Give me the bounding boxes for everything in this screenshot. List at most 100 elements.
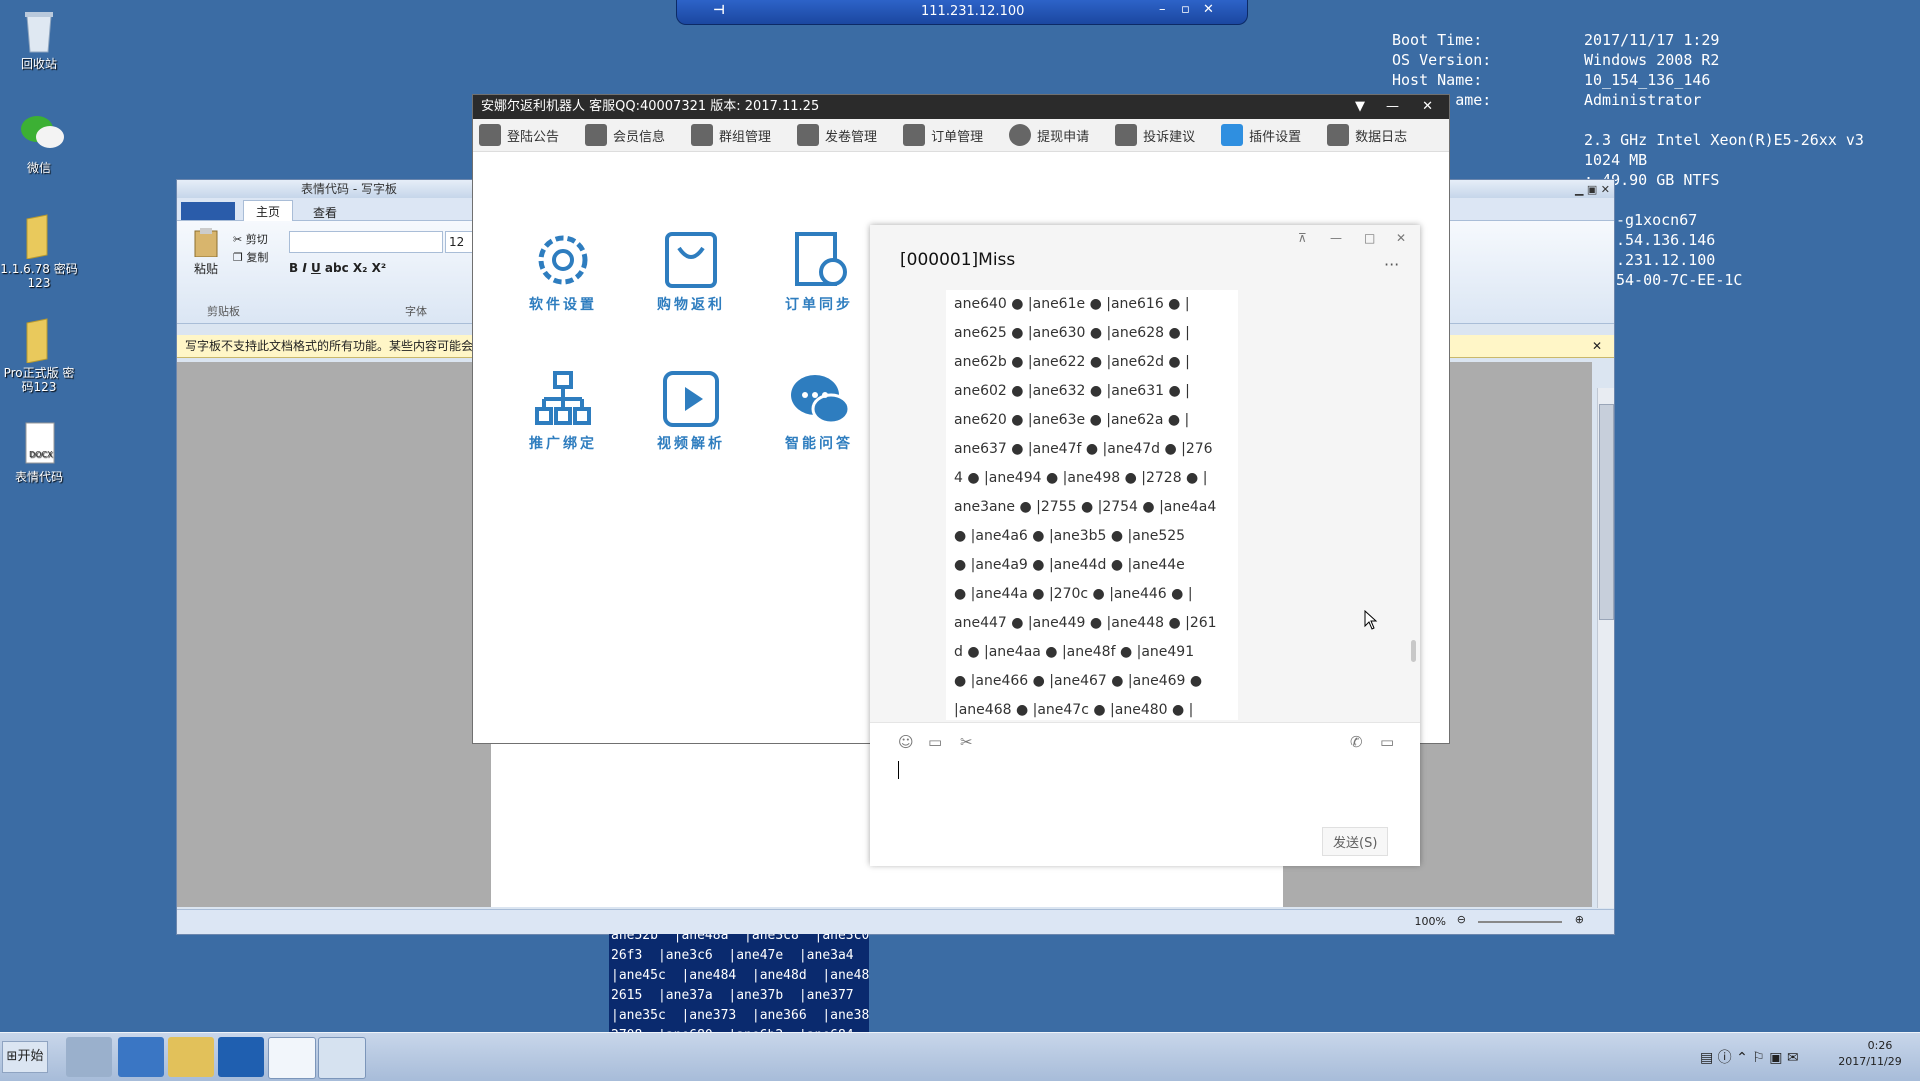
desktop-icon-wechat[interactable]: 微信 (0, 112, 78, 175)
tile-smart-qa[interactable]: 智能问答 (769, 369, 869, 453)
tile-promotion-binding[interactable]: 推广绑定 (513, 369, 613, 453)
cut-button[interactable]: ✂ 剪切 (233, 231, 268, 247)
zoom-slider[interactable] (1478, 921, 1562, 923)
menu-coupon-manage[interactable]: 发卷管理 (797, 124, 877, 146)
message-line: ● |ane44a ● |270c ● |ane446 ● | (954, 586, 1193, 602)
tile-video-parse[interactable]: 视频解析 (641, 369, 741, 453)
order-clock-icon (795, 232, 847, 286)
tab-view[interactable]: 查看 (303, 202, 347, 223)
explorer-icon[interactable] (168, 1037, 214, 1077)
message-line: ane625 ● |ane630 ● |ane628 ● | (954, 325, 1190, 341)
app-menu-button[interactable] (181, 202, 235, 220)
phone-icon[interactable]: ✆ (1350, 733, 1363, 751)
cart-icon (903, 124, 926, 146)
wechat-icon (19, 112, 64, 158)
wechat-taskbar-icon[interactable] (268, 1037, 316, 1079)
zoom-in-icon[interactable]: ⊕ (1575, 913, 1584, 926)
minimize-icon[interactable]: – (1159, 2, 1166, 17)
send-button[interactable]: 发送(S) (1322, 827, 1389, 856)
desktop-icon-docx[interactable]: DOCX 表情代码 (0, 421, 78, 484)
clock-time[interactable]: 0:26 (1850, 1039, 1910, 1052)
message-line: 4 ● |ane494 ● |ane498 ● |2728 ● | (954, 470, 1208, 486)
message-input[interactable] (898, 761, 1398, 821)
font-family-dropdown[interactable] (289, 231, 443, 253)
pin-icon[interactable]: ⊣ (713, 3, 725, 18)
play-icon (663, 371, 719, 427)
desktop-icon-folder-1[interactable]: 1.1.6.78 密码123 (0, 213, 78, 290)
message-line: ane62b ● |ane622 ● |ane62d ● | (954, 354, 1190, 370)
window-controls[interactable]: ▁ ▣ ✕ (1575, 181, 1610, 199)
zoom-out-icon[interactable]: ⊖ (1457, 913, 1466, 926)
paste-button[interactable]: 粘贴 (191, 227, 221, 277)
tile-label: 订单同步 (785, 297, 853, 313)
menu-label: 提现申请 (1037, 129, 1090, 145)
app-menu-bar: 登陆公告 会员信息 群组管理 发卷管理 订单管理 提现申请 投诉建议 插件设置 … (473, 119, 1449, 152)
close-icon[interactable]: ✕ (1203, 2, 1214, 17)
copy-icon: ❐ (233, 251, 247, 264)
menu-data-log[interactable]: 数据日志 (1327, 124, 1407, 146)
menu-group-manage[interactable]: 群组管理 (691, 124, 771, 146)
close-icon[interactable]: ✕ (1396, 231, 1406, 245)
menu-login-notice[interactable]: 登陆公告 (479, 124, 559, 146)
chat-scrollbar[interactable] (1411, 640, 1416, 662)
mouse-pointer-icon (1364, 610, 1378, 630)
tile-label: 智能问答 (785, 436, 853, 452)
message-line: ● |ane466 ● |ane467 ● |ane469 ● (954, 673, 1203, 689)
menu-label: 登陆公告 (507, 129, 560, 145)
tile-shopping-rebate[interactable]: 购物返利 (641, 230, 741, 314)
menu-plugin-settings[interactable]: 插件设置 (1221, 124, 1301, 146)
menu-withdraw[interactable]: 提现申请 (1009, 124, 1089, 146)
video-call-icon[interactable]: ▭ (1380, 733, 1394, 751)
chat-title: [000001]Miss (900, 250, 1016, 270)
rdp-connection-bar: ⊣ 111.231.12.100 – ▫ ✕ (676, 0, 1248, 25)
more-icon[interactable]: ··· (1384, 255, 1399, 274)
menu-label: 投诉建议 (1143, 129, 1196, 145)
copy-label: 复制 (246, 251, 269, 264)
clipboard-group-label: 剪贴板 (207, 305, 240, 318)
pin-icon[interactable]: ⊼ (1298, 231, 1307, 245)
copy-button[interactable]: ❐ 复制 (233, 249, 268, 265)
app-title: 安娜尔返利机器人 客服QQ:40007321 版本: 2017.11.25 (481, 99, 820, 114)
desktop-icon-folder-2[interactable]: Pro正式版 密码123 (0, 317, 78, 394)
maximize-icon[interactable]: □ (1364, 231, 1375, 245)
tab-home[interactable]: 主页 (243, 200, 294, 222)
menu-complaint[interactable]: 投诉建议 (1115, 124, 1195, 146)
wordpad-taskbar-icon[interactable] (318, 1037, 366, 1079)
windows-logo-icon: ⊞ (6, 1049, 18, 1064)
format-buttons[interactable]: B I U abc X₂ X² (289, 261, 386, 275)
svg-text:DOCX: DOCX (29, 450, 53, 459)
arrows-icon (797, 124, 820, 146)
desktop-icon-recycle-bin[interactable]: 回收站 (0, 8, 78, 71)
start-button[interactable]: ⊞开始 (2, 1041, 48, 1073)
menu-label: 群组管理 (719, 129, 772, 145)
rdp-address: 111.231.12.100 (921, 4, 1025, 19)
menu-member-info[interactable]: 会员信息 (585, 124, 665, 146)
menu-order-manage[interactable]: 订单管理 (903, 124, 983, 146)
minimize-icon[interactable]: — (1386, 95, 1399, 119)
restore-icon[interactable]: ▫ (1181, 2, 1190, 17)
announcement-icon (479, 124, 501, 146)
tile-order-sync[interactable]: 订单同步 (769, 230, 869, 314)
folder-icon[interactable]: ▭ (928, 733, 942, 751)
tile-label: 购物返利 (657, 297, 725, 313)
desktop-icon-label: 表情代码 (14, 470, 63, 484)
clock-date[interactable]: 2017/11/29 (1830, 1055, 1910, 1068)
menu-dropdown-icon[interactable]: ▼ (1355, 95, 1365, 119)
powershell-icon[interactable] (118, 1037, 164, 1077)
minimize-icon[interactable]: — (1330, 231, 1342, 245)
member-card-icon (585, 124, 608, 146)
close-icon[interactable]: ✕ (1422, 95, 1433, 119)
emoji-icon[interactable]: ☺ (898, 733, 914, 751)
app-icon[interactable] (218, 1037, 264, 1077)
tile-software-settings[interactable]: 软件设置 (513, 230, 613, 314)
bginfo-values: 2017/11/17 1:29 Windows 2008 R2 10_154_1… (1584, 31, 1720, 109)
message-line: ane620 ● |ane63e ● |ane62a ● | (954, 412, 1190, 428)
message-line: |ane468 ● |ane47c ● |ane480 ● | (954, 702, 1194, 718)
server-manager-icon[interactable] (66, 1037, 112, 1077)
vertical-scrollbar[interactable] (1597, 388, 1614, 908)
tray-icons[interactable]: ▤ ⓘ ⌃ ⚐ ▣ ✉ (1700, 1047, 1799, 1067)
scissors-icon[interactable]: ✂ (960, 733, 973, 751)
close-notice-icon[interactable]: ✕ (1592, 335, 1602, 357)
scrollbar-thumb[interactable] (1599, 404, 1614, 620)
paste-label: 粘贴 (193, 262, 218, 276)
